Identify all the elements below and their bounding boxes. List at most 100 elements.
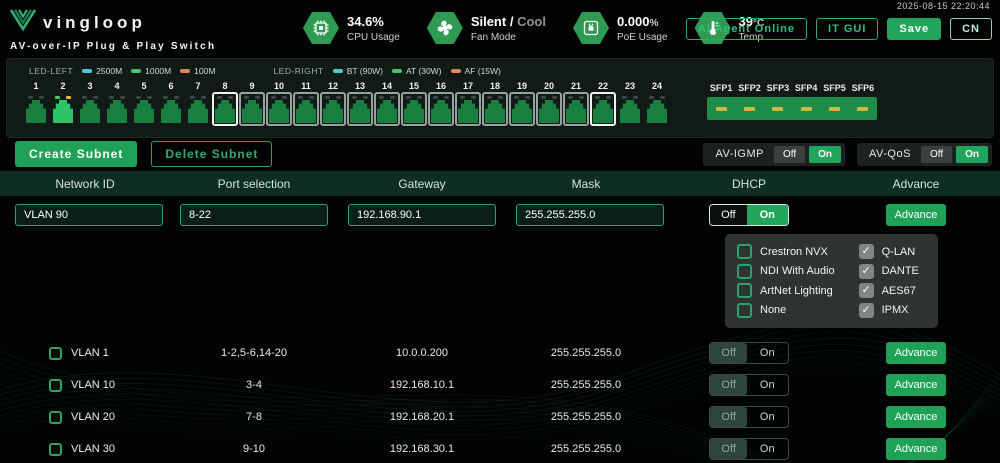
fan-mode-label: Fan Mode [470, 32, 516, 43]
port-8[interactable]: 8 [212, 81, 238, 126]
port-21[interactable]: 21 [563, 81, 589, 126]
port-20[interactable]: 20 [536, 81, 562, 126]
port-leds [404, 96, 424, 99]
vlan-row-checkbox[interactable] [49, 346, 62, 360]
sfp-block: SFP1 SFP2 SFP3 SFP4 SFP5 SFP6 [707, 83, 877, 120]
protocol-label: DANTE [881, 265, 919, 278]
checked-checkbox[interactable]: ✓ [858, 283, 874, 299]
port-23[interactable]: 23 [617, 81, 643, 126]
advance-button[interactable]: Advance [885, 342, 947, 364]
av-igmp-off-button[interactable]: Off [773, 145, 806, 163]
port-selection-input[interactable] [180, 204, 328, 226]
port-leds [80, 96, 100, 99]
sfp-led [772, 106, 784, 111]
advance-button[interactable]: Advance [885, 438, 947, 460]
port-11[interactable]: 11 [293, 81, 319, 126]
dhcp-on-button[interactable]: On [747, 407, 788, 427]
port-12[interactable]: 12 [320, 81, 346, 126]
vlan-row-checkbox[interactable] [49, 442, 62, 456]
sfp-bar [707, 97, 877, 120]
dhcp-off-button[interactable]: Off [710, 375, 747, 395]
dhcp-on-button[interactable]: On [746, 205, 788, 225]
unchecked-checkbox[interactable] [737, 263, 752, 279]
port-leds [377, 96, 397, 99]
dhcp-off-button[interactable]: Off [710, 407, 747, 427]
sfp-led [715, 106, 727, 111]
protocol-option-aes67[interactable]: ✓ AES67 [858, 283, 919, 299]
gateway-input[interactable] [348, 204, 496, 226]
port-15[interactable]: 15 [401, 81, 427, 126]
mask-input[interactable] [516, 204, 664, 226]
vlan-row-checkbox[interactable] [49, 410, 62, 424]
port-22[interactable]: 22 [590, 81, 616, 126]
port-17[interactable]: 17 [455, 81, 481, 126]
advance-button[interactable]: Advance [885, 374, 947, 396]
port-2[interactable]: 2 [50, 81, 76, 126]
av-igmp-toggle-group: AV-IGMP Off On [703, 142, 846, 166]
protocol-option-q-lan[interactable]: ✓ Q-LAN [858, 244, 919, 259]
port-leds [134, 96, 154, 99]
dhcp-off-button[interactable]: Off [710, 343, 747, 363]
network-id-input[interactable] [15, 204, 163, 226]
port-5[interactable]: 5 [131, 81, 157, 126]
sfp-labels: SFP1 SFP2 SFP3 SFP4 SFP5 SFP6 [707, 83, 877, 93]
port-number: 22 [597, 81, 608, 91]
port-7[interactable]: 7 [185, 81, 211, 126]
port-leds [215, 96, 235, 99]
protocol-option-dante[interactable]: ✓ DANTE [858, 263, 919, 279]
protocol-option-none[interactable]: None [737, 302, 835, 318]
advance-button[interactable]: Advance [885, 204, 947, 226]
vlan-name: VLAN 1 [71, 347, 109, 359]
unchecked-checkbox[interactable] [737, 244, 752, 259]
port-number: 10 [273, 81, 284, 91]
create-subnet-button[interactable]: Create Subnet [15, 141, 138, 167]
checked-checkbox[interactable]: ✓ [858, 263, 874, 279]
vlan-row-checkbox[interactable] [49, 378, 62, 392]
sfp-led [857, 106, 869, 111]
port-13[interactable]: 13 [347, 81, 373, 126]
ai-agent-status-button[interactable]: AI Agent Online [685, 18, 808, 40]
header-buttons: AI Agent Online IT GUI Save CN [685, 18, 992, 40]
dhcp-off-button[interactable]: Off [710, 205, 747, 225]
checked-checkbox[interactable]: ✓ [858, 244, 874, 259]
port-18[interactable]: 18 [482, 81, 508, 126]
port-16[interactable]: 16 [428, 81, 454, 126]
protocol-option-crestron-nvx[interactable]: Crestron NVX [737, 244, 835, 259]
port-leds [323, 96, 343, 99]
port-number: 2 [60, 81, 66, 91]
advance-button[interactable]: Advance [885, 406, 947, 428]
port-4[interactable]: 4 [104, 81, 130, 126]
language-cn-button[interactable]: CN [950, 18, 992, 40]
dhcp-off-button[interactable]: Off [710, 439, 747, 459]
av-igmp-on-button[interactable]: On [809, 145, 842, 163]
port-number: 19 [516, 81, 527, 91]
port-24[interactable]: 24 [644, 81, 670, 126]
port-number: 20 [543, 81, 554, 91]
checked-checkbox[interactable]: ✓ [858, 302, 874, 318]
it-gui-button[interactable]: IT GUI [816, 18, 879, 40]
dhcp-on-button[interactable]: On [747, 439, 788, 459]
protocol-option-ndi-with-audio[interactable]: NDI With Audio [737, 263, 835, 279]
unchecked-checkbox[interactable] [737, 302, 752, 318]
av-qos-off-button[interactable]: Off [920, 145, 953, 163]
port-19[interactable]: 19 [509, 81, 535, 126]
port-1[interactable]: 1 [23, 81, 49, 126]
port-14[interactable]: 14 [374, 81, 400, 126]
port-3[interactable]: 3 [77, 81, 103, 126]
rj45-port-icon [26, 100, 46, 123]
unchecked-checkbox[interactable] [737, 283, 752, 299]
port-10[interactable]: 10 [266, 81, 292, 126]
delete-subnet-button[interactable]: Delete Subnet [151, 141, 273, 167]
save-button[interactable]: Save [887, 18, 942, 40]
vlan-gateway: 10.0.0.200 [396, 347, 448, 359]
rj45-port-icon [323, 100, 343, 123]
protocol-option-artnet-lighting[interactable]: ArtNet Lighting [737, 283, 835, 299]
port-leds [269, 96, 289, 99]
sfp-led [743, 106, 755, 111]
av-qos-on-button[interactable]: On [956, 145, 988, 163]
port-6[interactable]: 6 [158, 81, 184, 126]
dhcp-on-button[interactable]: On [747, 343, 788, 363]
port-9[interactable]: 9 [239, 81, 265, 126]
protocol-option-ipmx[interactable]: ✓ IPMX [858, 302, 919, 318]
dhcp-on-button[interactable]: On [747, 375, 788, 395]
